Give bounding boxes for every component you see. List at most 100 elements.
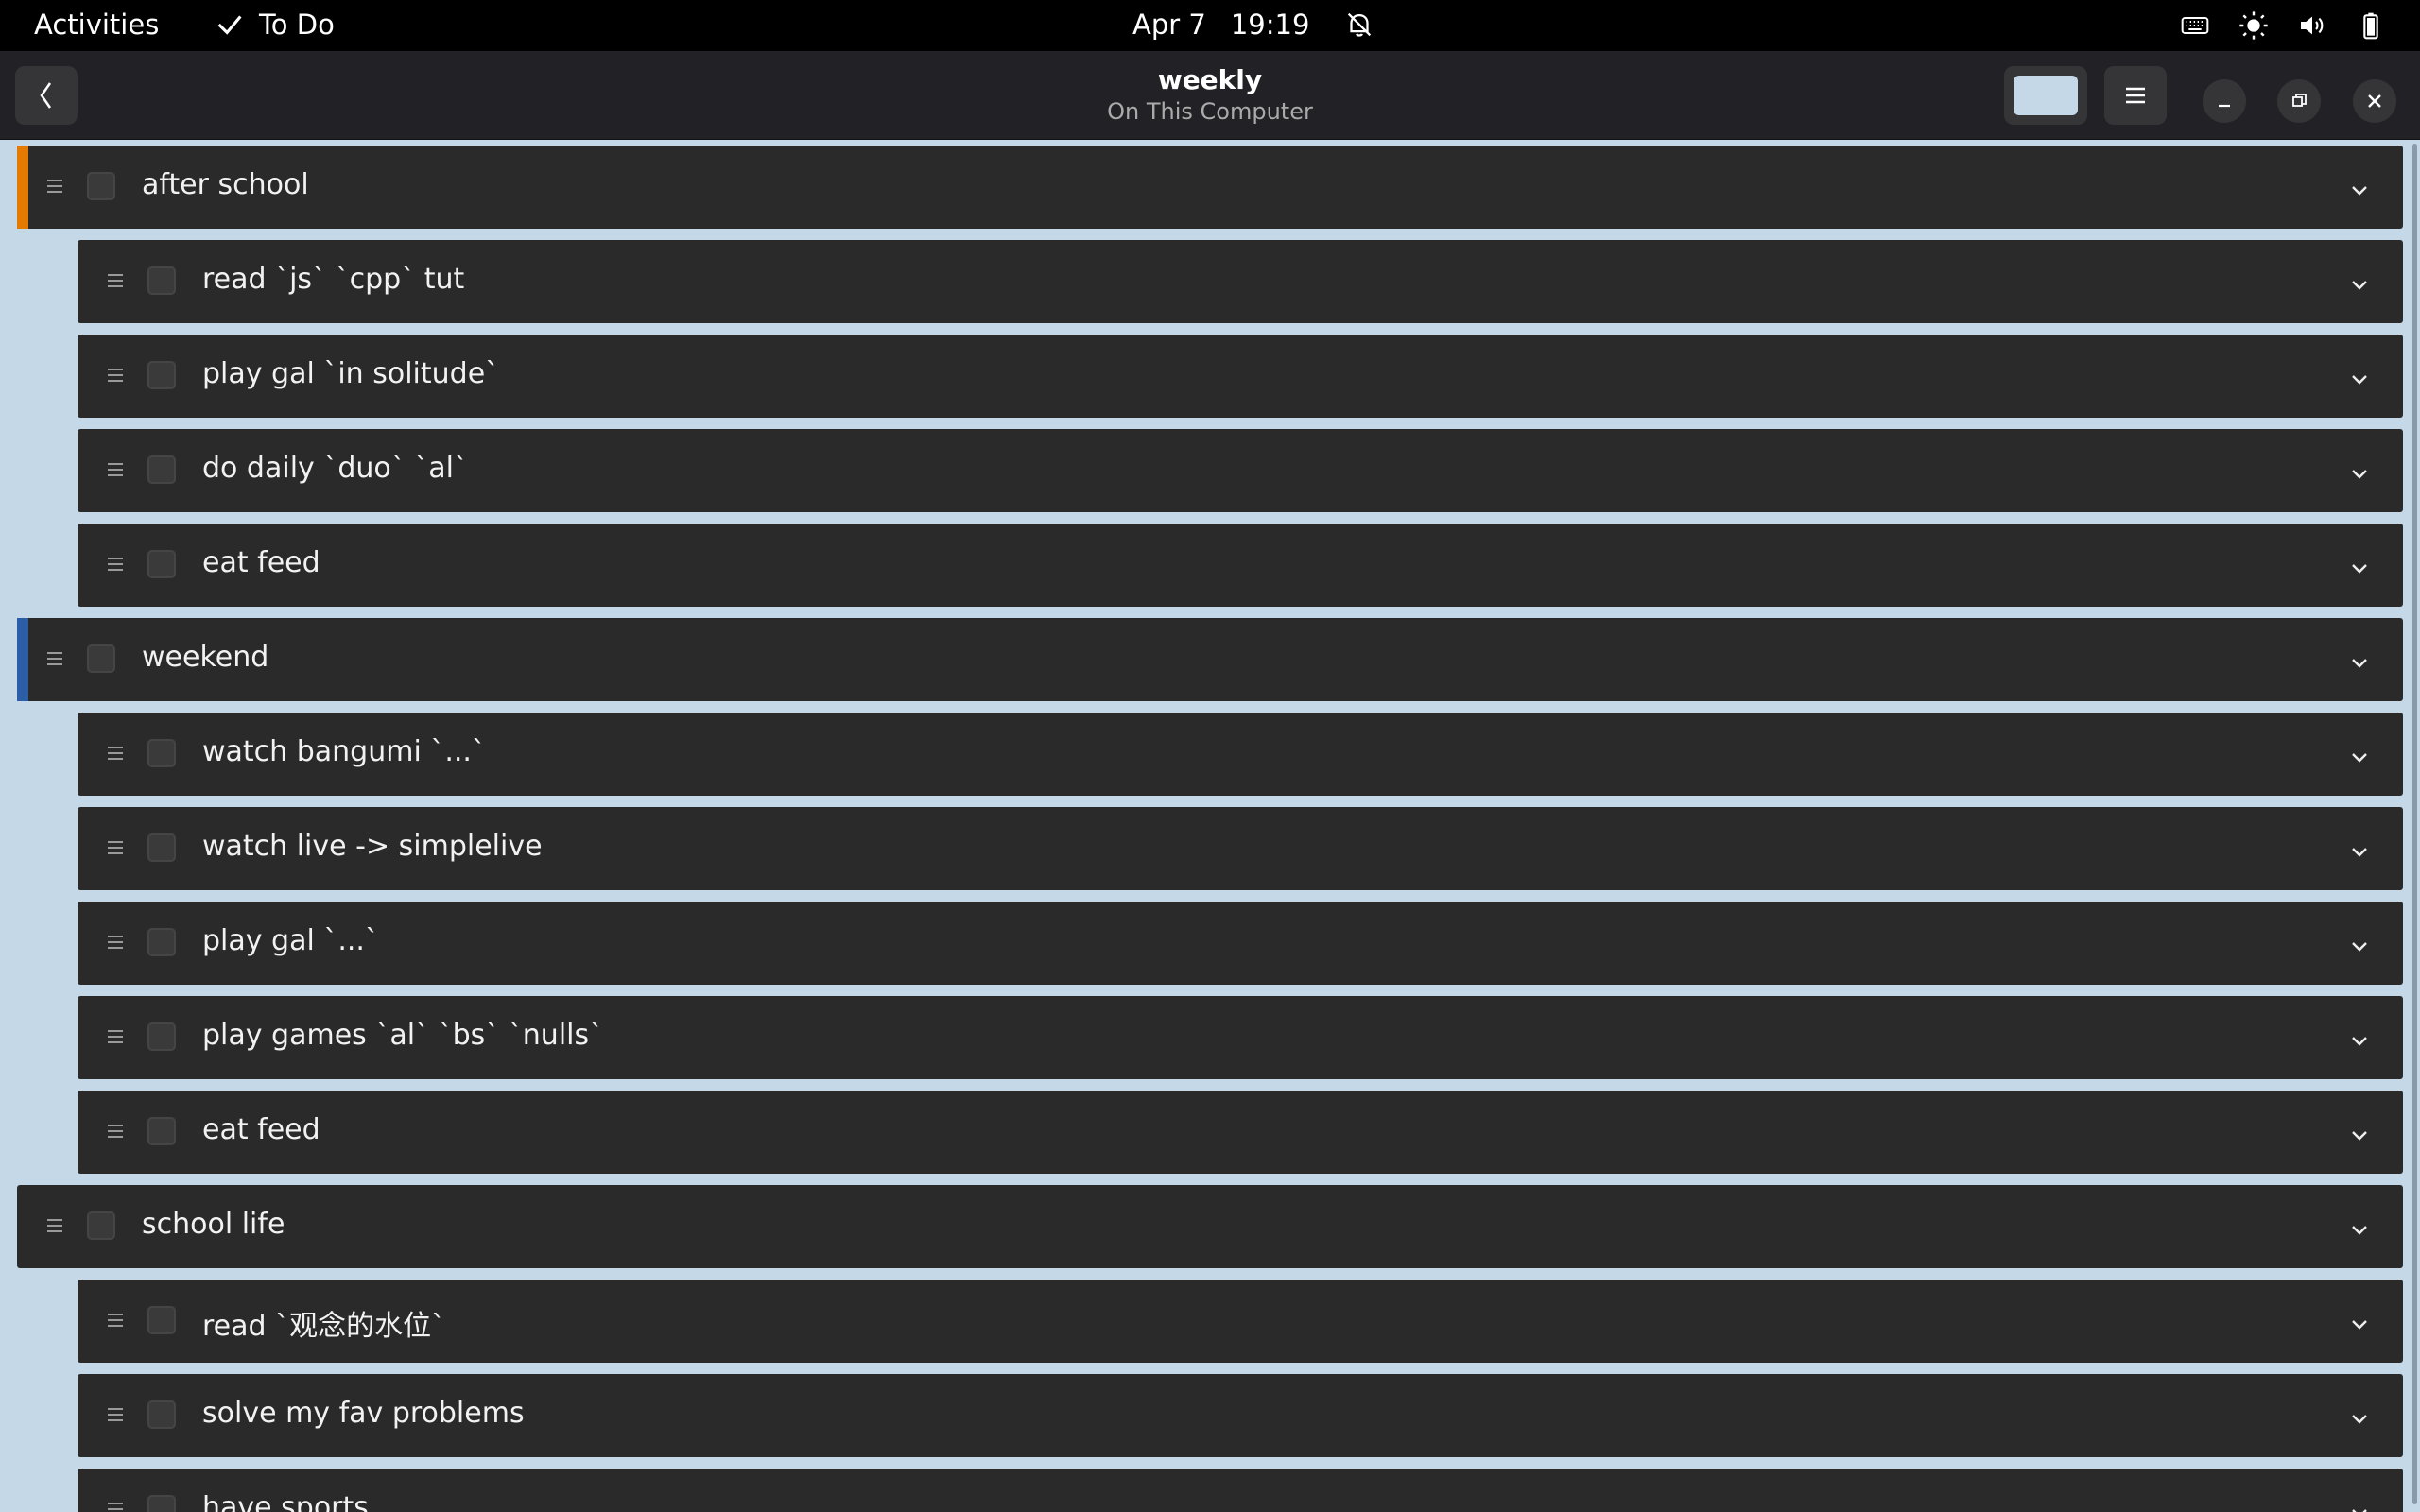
drag-handle-icon[interactable] <box>108 558 123 573</box>
chevron-down-icon[interactable] <box>2348 932 2371 954</box>
chevron-down-icon[interactable] <box>2348 837 2371 860</box>
drag-handle-icon[interactable] <box>47 652 62 667</box>
task-checkbox[interactable] <box>87 644 115 673</box>
task-row-parent[interactable]: after school <box>17 146 2403 229</box>
task-checkbox[interactable] <box>147 1306 176 1334</box>
task-title[interactable]: weekend <box>142 641 268 674</box>
task-row-subtask[interactable]: have sports <box>78 1469 2403 1512</box>
drag-handle-icon[interactable] <box>108 1503 123 1512</box>
task-title[interactable]: eat feed <box>202 546 320 579</box>
task-row-subtask[interactable]: eat feed <box>78 524 2403 607</box>
task-title[interactable]: eat feed <box>202 1113 320 1146</box>
task-row-subtask[interactable]: watch live -> simplelive <box>78 807 2403 890</box>
chevron-down-icon[interactable] <box>2348 1499 2371 1512</box>
app-menu[interactable]: To Do <box>214 9 335 41</box>
task-title[interactable]: school life <box>142 1208 285 1241</box>
chevron-down-icon[interactable] <box>2348 459 2371 482</box>
checkmark-icon <box>217 15 242 35</box>
chevron-down-icon[interactable] <box>2348 1404 2371 1427</box>
task-checkbox[interactable] <box>147 1495 176 1512</box>
chevron-down-icon[interactable] <box>2348 1026 2371 1049</box>
drag-handle-icon[interactable] <box>108 463 123 478</box>
chevron-down-icon[interactable] <box>2348 1121 2371 1143</box>
task-row-subtask[interactable]: do daily `duo` `al` <box>78 429 2403 512</box>
drag-handle-icon[interactable] <box>47 1219 62 1234</box>
restore-icon <box>2292 94 2307 107</box>
drag-handle-icon[interactable] <box>108 1314 123 1329</box>
drag-handle-icon[interactable] <box>108 747 123 762</box>
task-row-subtask[interactable]: play games `al` `bs` `nulls` <box>78 996 2403 1079</box>
chevron-down-icon[interactable] <box>2348 365 2371 387</box>
keyboard-icon[interactable] <box>2180 10 2210 41</box>
notifications-off-icon <box>1348 12 1372 37</box>
close-button[interactable] <box>2353 79 2396 123</box>
hamburger-menu-icon <box>2126 87 2145 104</box>
task-row-subtask[interactable]: play gal `...` <box>78 902 2403 985</box>
clock-date: Apr 7 <box>1132 9 1206 41</box>
app-name: To Do <box>259 9 335 41</box>
task-checkbox[interactable] <box>147 1400 176 1429</box>
task-row-subtask[interactable]: read `观念的水位` <box>78 1280 2403 1363</box>
drag-handle-icon[interactable] <box>108 841 123 856</box>
priority-stripe <box>17 618 28 701</box>
chevron-down-icon[interactable] <box>2348 176 2371 198</box>
task-checkbox[interactable] <box>147 833 176 862</box>
list-color-button[interactable] <box>2004 66 2087 125</box>
chevron-down-icon[interactable] <box>2348 1215 2371 1238</box>
chevron-down-icon[interactable] <box>2348 648 2371 671</box>
system-tray[interactable] <box>2180 9 2386 43</box>
task-checkbox[interactable] <box>147 361 176 389</box>
task-row-parent[interactable]: weekend <box>17 618 2403 701</box>
task-checkbox[interactable] <box>147 1117 176 1145</box>
task-row-subtask[interactable]: read `js` `cpp` tut <box>78 240 2403 323</box>
task-title[interactable]: solve my fav problems <box>202 1397 525 1430</box>
task-title[interactable]: after school <box>142 168 309 201</box>
task-row-subtask[interactable]: eat feed <box>78 1091 2403 1174</box>
task-checkbox[interactable] <box>87 172 115 200</box>
drag-handle-icon[interactable] <box>108 274 123 289</box>
chevron-down-icon[interactable] <box>2348 743 2371 765</box>
drag-handle-icon[interactable] <box>47 180 62 195</box>
task-title[interactable]: watch live -> simplelive <box>202 830 543 863</box>
task-checkbox[interactable] <box>147 739 176 767</box>
task-title[interactable]: read `js` `cpp` tut <box>202 263 464 296</box>
system-top-bar: Activities To Do Apr 7 19:19 <box>0 0 2420 51</box>
drag-handle-icon[interactable] <box>108 1408 123 1423</box>
task-checkbox[interactable] <box>147 455 176 484</box>
drag-handle-icon[interactable] <box>108 369 123 384</box>
window-header-bar: weekly On This Computer <box>0 51 2420 140</box>
activities-button[interactable]: Activities <box>34 9 159 41</box>
task-title[interactable]: play games `al` `bs` `nulls` <box>202 1019 603 1052</box>
task-checkbox[interactable] <box>147 928 176 956</box>
task-list[interactable]: after school read `js` `cpp` tut play gal … <box>0 140 2420 1512</box>
brightness-icon[interactable] <box>2238 10 2269 41</box>
task-checkbox[interactable] <box>147 266 176 295</box>
task-checkbox[interactable] <box>87 1211 115 1240</box>
task-title[interactable]: read `观念的水位` <box>202 1302 445 1344</box>
task-title[interactable]: have sports <box>202 1491 369 1512</box>
task-row-parent[interactable]: school life <box>17 1185 2403 1268</box>
volume-icon[interactable] <box>2297 10 2327 41</box>
maximize-button[interactable] <box>2277 79 2321 123</box>
drag-handle-icon[interactable] <box>108 1125 123 1140</box>
task-row-subtask[interactable]: solve my fav problems <box>78 1374 2403 1457</box>
scrollbar[interactable] <box>2412 144 2417 1504</box>
clock[interactable]: Apr 7 19:19 <box>1132 9 1375 41</box>
task-checkbox[interactable] <box>147 1022 176 1051</box>
chevron-down-icon[interactable] <box>2348 1310 2371 1332</box>
minimize-button[interactable] <box>2203 79 2246 123</box>
drag-handle-icon[interactable] <box>108 1030 123 1045</box>
battery-icon[interactable] <box>2356 10 2386 41</box>
task-title[interactable]: play gal `...` <box>202 924 379 957</box>
chevron-down-icon[interactable] <box>2348 554 2371 576</box>
task-checkbox[interactable] <box>147 550 176 578</box>
task-row-subtask[interactable]: play gal `in solitude` <box>78 335 2403 418</box>
task-title[interactable]: play gal `in solitude` <box>202 357 499 390</box>
drag-handle-icon[interactable] <box>108 936 123 951</box>
task-title[interactable]: do daily `duo` `al` <box>202 452 468 485</box>
clock-time: 19:19 <box>1230 9 1310 41</box>
task-title[interactable]: watch bangumi `...` <box>202 735 486 768</box>
chevron-down-icon[interactable] <box>2348 270 2371 293</box>
task-row-subtask[interactable]: watch bangumi `...` <box>78 713 2403 796</box>
main-menu-button[interactable] <box>2104 66 2167 125</box>
